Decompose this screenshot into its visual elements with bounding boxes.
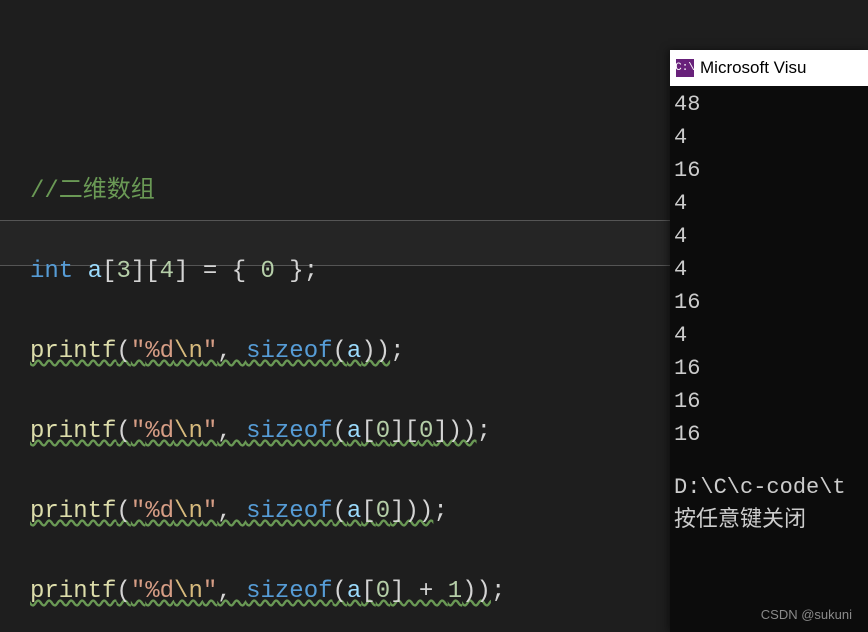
vs-icon: C:\ [676, 59, 694, 77]
console-window[interactable]: C:\ Microsoft Visu 48 4 16 4 4 4 16 4 16… [670, 50, 868, 632]
watermark: CSDN @sukuni [761, 607, 852, 622]
console-titlebar[interactable]: C:\ Microsoft Visu [670, 50, 868, 86]
comment: //二维数组 [30, 178, 155, 205]
console-output: 48 4 16 4 4 4 16 4 16 16 16 D:\C\c-code\… [670, 86, 868, 537]
console-title-text: Microsoft Visu [700, 58, 806, 78]
